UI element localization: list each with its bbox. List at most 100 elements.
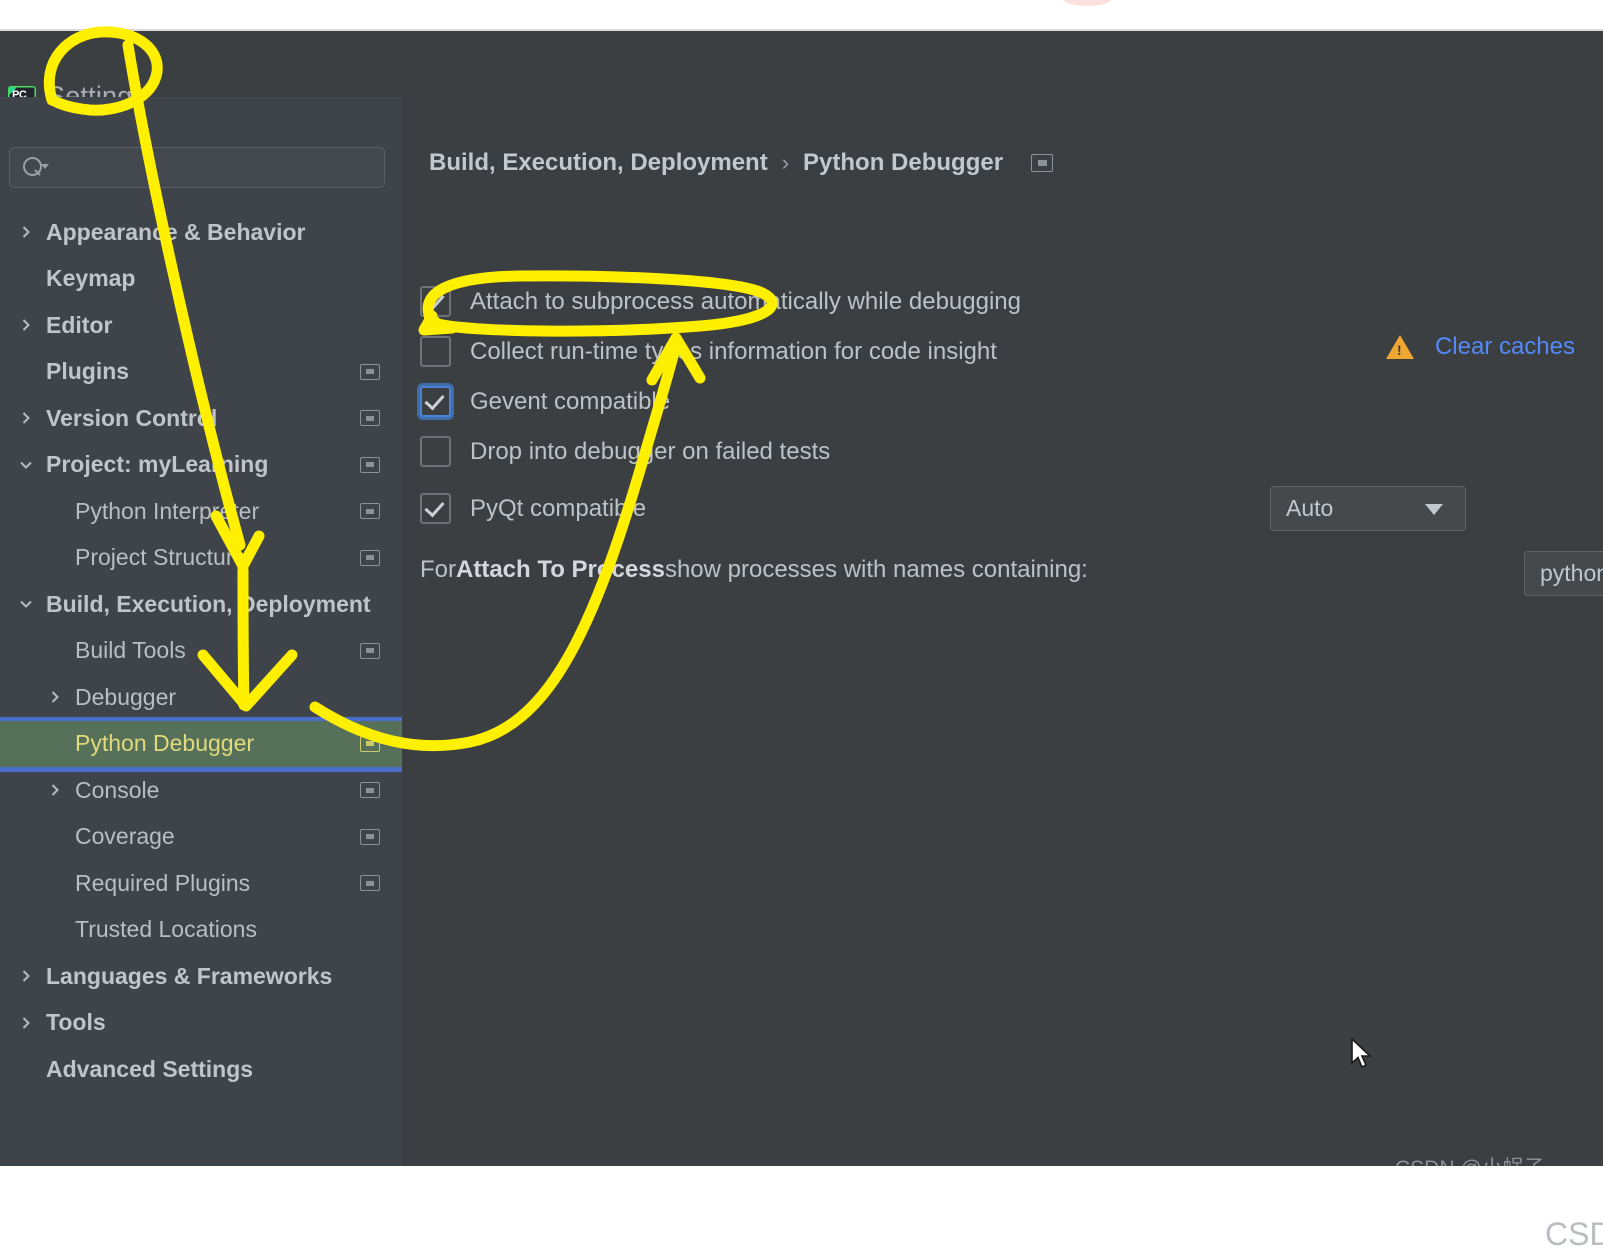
screenshot-root: PC Settings Appearance & Behavior Keymap E… xyxy=(0,0,1603,1252)
sidebar-item-languages-frameworks[interactable]: Languages & Frameworks xyxy=(0,953,402,1000)
pyqt-version-value: Auto xyxy=(1286,495,1334,521)
sidebar-item-advanced-settings[interactable]: Advanced Settings xyxy=(0,1046,402,1093)
sidebar-item-label: Version Control xyxy=(46,404,218,431)
sidebar-item-label: Project Structure xyxy=(75,544,247,571)
sidebar-item-coverage[interactable]: Coverage xyxy=(0,814,402,861)
option-gevent-compatible[interactable]: Gevent compatible xyxy=(420,386,670,417)
chevron-down-icon[interactable] xyxy=(19,597,33,611)
settings-tree: Appearance & Behavior Keymap Editor Plugins… xyxy=(0,209,1603,1093)
settings-dialog: PC Settings Appearance & Behavior Keymap E… xyxy=(0,31,1603,1252)
chevron-down-icon[interactable] xyxy=(19,458,33,472)
chevron-right-icon[interactable] xyxy=(48,783,62,797)
option-attach-to-subprocess-automatically-while-debugging[interactable]: Attach to subprocess automatically while… xyxy=(420,286,1021,317)
clear-caches-link[interactable]: Clear caches xyxy=(1435,333,1575,361)
checkbox[interactable] xyxy=(420,286,451,317)
project-scope-badge-icon xyxy=(360,503,380,520)
option-drop-into-debugger-on-failed-tests[interactable]: Drop into debugger on failed tests xyxy=(420,436,830,467)
sidebar-item-label: Python Interpreter xyxy=(75,497,260,524)
sidebar-item-label: Appearance & Behavior xyxy=(46,218,306,245)
settings-main-panel: Build, Execution, Deployment › Python De… xyxy=(402,97,1603,1252)
chevron-right-icon[interactable] xyxy=(19,969,33,983)
attach-to-process-label: For Attach To Process show processes wit… xyxy=(420,556,1088,584)
sidebar-item-label: Languages & Frameworks xyxy=(46,962,333,989)
sidebar-item-label: Advanced Settings xyxy=(46,1055,254,1082)
chevron-right-icon[interactable] xyxy=(48,690,62,704)
option-collect-run-time-types-information-for-code-insight[interactable]: Collect run-time types information for c… xyxy=(420,336,997,367)
option-label: PyQt compatible xyxy=(470,494,647,522)
sidebar-item-tools[interactable]: Tools xyxy=(0,1000,402,1047)
process-name-input[interactable] xyxy=(1525,552,1603,595)
checkbox[interactable] xyxy=(420,386,451,417)
mouse-cursor xyxy=(1351,1038,1373,1069)
search-icon[interactable] xyxy=(23,157,49,177)
checkbox[interactable] xyxy=(420,336,451,367)
breadcrumb-leaf: Python Debugger xyxy=(803,149,1004,176)
pyqt-version-select[interactable]: Auto xyxy=(1270,486,1466,531)
sidebar-item-debugger[interactable]: Debugger xyxy=(0,674,402,721)
sidebar-item-python-interpreter[interactable]: Python Interpreter xyxy=(0,488,402,535)
search-field[interactable] xyxy=(9,147,385,188)
sidebar-item-keymap[interactable]: Keymap xyxy=(0,256,402,303)
sidebar-item-label: Keymap xyxy=(46,265,136,292)
sidebar-item-console[interactable]: Console xyxy=(0,767,402,814)
sidebar-item-label: Editor xyxy=(46,311,113,338)
sidebar-item-build-execution-deployment[interactable]: Build, Execution, Deployment xyxy=(0,581,402,628)
project-scope-badge-icon xyxy=(360,642,380,659)
pink-blob-fragment xyxy=(1063,0,1111,6)
chevron-right-icon[interactable] xyxy=(19,1016,33,1030)
search-input[interactable] xyxy=(54,155,378,181)
sidebar-item-required-plugins[interactable]: Required Plugins xyxy=(0,860,402,907)
sidebar-item-python-debugger[interactable]: Python Debugger xyxy=(0,716,1603,772)
sidebar-item-label: Build Tools xyxy=(75,637,186,664)
breadcrumb: Build, Execution, Deployment › Python De… xyxy=(429,149,1054,177)
chevron-right-icon[interactable] xyxy=(19,318,33,332)
option-label: Gevent compatible xyxy=(470,387,671,415)
attach-suffix: show processes with names containing: xyxy=(664,556,1088,583)
sidebar-item-label: Trusted Locations xyxy=(75,916,257,943)
breadcrumb-root[interactable]: Build, Execution, Deployment xyxy=(429,149,768,177)
project-scope-badge-icon xyxy=(360,549,380,566)
sidebar-item-label: Plugins xyxy=(46,358,130,385)
project-scope-badge-icon xyxy=(360,363,380,380)
chevron-down-icon xyxy=(1425,504,1443,515)
sidebar-item-project-mylearning[interactable]: Project: myLearning xyxy=(0,442,402,489)
project-scope-badge-icon xyxy=(360,875,380,892)
settings-sidebar: Appearance & Behavior Keymap Editor Plugins… xyxy=(0,97,1603,1166)
sidebar-item-trusted-locations[interactable]: Trusted Locations xyxy=(0,907,402,954)
sidebar-item-label: Tools xyxy=(46,1009,106,1036)
process-name-field[interactable] xyxy=(1524,551,1603,596)
project-scope-badge-icon xyxy=(360,456,380,473)
sidebar-item-label: Build, Execution, Deployment xyxy=(46,590,371,617)
option-label: Drop into debugger on failed tests xyxy=(470,437,831,465)
project-scope-badge-icon xyxy=(360,735,380,752)
checkbox[interactable] xyxy=(420,493,451,524)
warning-triangle-icon xyxy=(1385,335,1414,359)
dialog-titlebar xyxy=(0,31,1603,98)
option-label: Attach to subprocess automatically while… xyxy=(470,287,1021,315)
project-scope-badge-icon xyxy=(1031,154,1054,172)
attach-bold: Attach To Process xyxy=(456,556,665,583)
page-top-strip xyxy=(0,0,1603,31)
sidebar-item-build-tools[interactable]: Build Tools xyxy=(0,628,402,675)
sidebar-item-version-control[interactable]: Version Control xyxy=(0,395,402,442)
option-label: Collect run-time types information for c… xyxy=(470,337,997,365)
chevron-right-icon[interactable] xyxy=(19,411,33,425)
breadcrumb-separator: › xyxy=(781,150,790,175)
sidebar-item-plugins[interactable]: Plugins xyxy=(0,349,402,396)
chevron-right-icon[interactable] xyxy=(19,225,33,239)
checkbox[interactable] xyxy=(420,436,451,467)
sidebar-item-label: Coverage xyxy=(75,823,175,850)
page-bottom-strip xyxy=(0,1166,1603,1197)
clear-caches-row: Clear caches xyxy=(1385,333,1575,361)
project-scope-badge-icon xyxy=(360,828,380,845)
sidebar-item-label: Project: myLearning xyxy=(46,451,269,478)
sidebar-item-label: Debugger xyxy=(75,683,177,710)
sidebar-item-editor[interactable]: Editor xyxy=(0,302,402,349)
sidebar-item-project-structure[interactable]: Project Structure xyxy=(0,535,402,582)
watermark-primary: CSDN @爱吃甜的火龙果巧克力 xyxy=(1545,1216,1603,1252)
sidebar-item-label: Python Debugger xyxy=(75,730,255,757)
option-pyqt-compatible[interactable]: PyQt compatible xyxy=(420,493,646,524)
sidebar-item-appearance-behavior[interactable]: Appearance & Behavior xyxy=(0,209,402,256)
sidebar-item-label: Console xyxy=(75,776,160,803)
project-scope-badge-icon xyxy=(360,782,380,799)
